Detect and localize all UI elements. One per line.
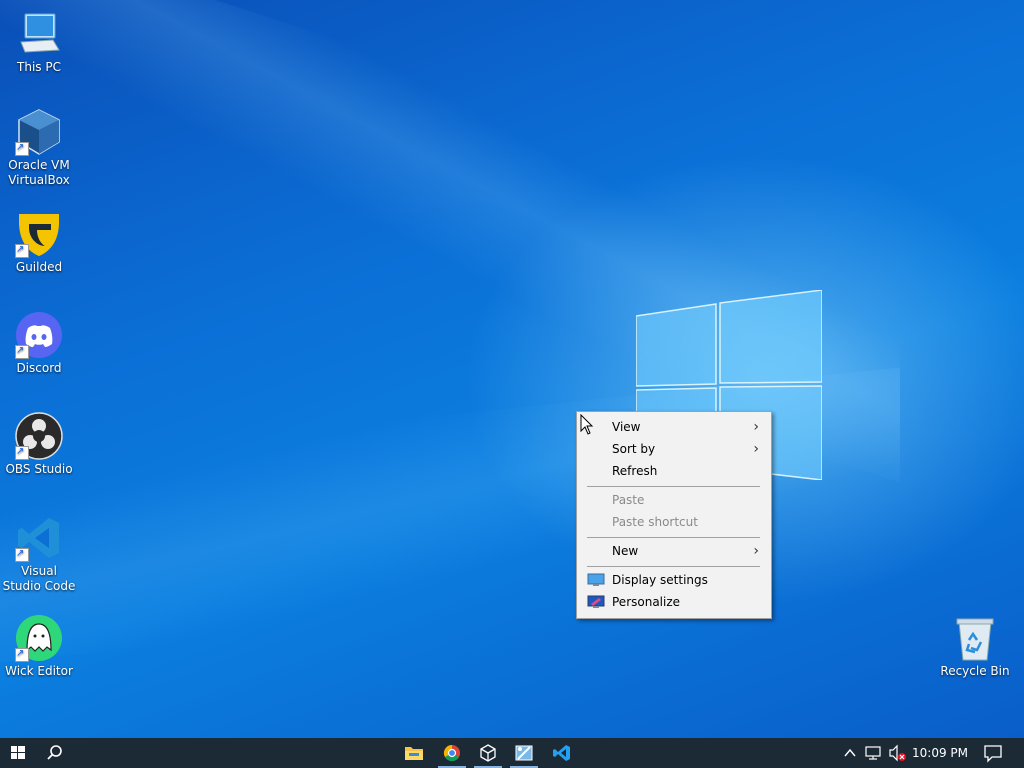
menu-item-new[interactable]: New › xyxy=(579,540,767,562)
taskbar-app-virtualbox[interactable] xyxy=(472,738,504,768)
menu-item-paste: Paste xyxy=(579,489,767,511)
file-explorer-icon xyxy=(405,747,423,760)
mouse-pointer-icon xyxy=(580,414,594,435)
personalize-icon xyxy=(587,595,605,608)
chevron-up-icon xyxy=(844,748,856,757)
virtualbox-icon xyxy=(480,744,496,762)
menu-item-label: Paste shortcut xyxy=(612,515,698,529)
menu-separator xyxy=(587,537,760,538)
guilded-icon xyxy=(15,210,63,258)
shortcut-arrow-icon xyxy=(15,546,29,562)
menu-item-sort-by[interactable]: Sort by › xyxy=(579,438,767,460)
shortcut-arrow-icon xyxy=(15,242,29,258)
obs-studio-icon xyxy=(15,412,63,460)
chevron-right-icon: › xyxy=(753,543,759,559)
volume-control[interactable] xyxy=(886,738,908,768)
desktop-icon-obs-studio[interactable]: OBS Studio xyxy=(1,412,77,477)
taskbar-app-snipping-tool[interactable] xyxy=(508,738,540,768)
desktop-icon-vscode[interactable]: Visual Studio Code xyxy=(1,514,77,594)
menu-item-view[interactable]: View › xyxy=(579,416,767,438)
start-button[interactable] xyxy=(0,738,36,768)
chrome-icon xyxy=(443,744,460,762)
taskbar: 10:09 PM xyxy=(0,738,1024,768)
network-status[interactable] xyxy=(862,738,884,768)
search-button[interactable] xyxy=(38,738,72,768)
snipping-tool-icon xyxy=(515,745,533,761)
chevron-right-icon: › xyxy=(753,441,759,457)
shortcut-arrow-icon xyxy=(15,140,29,156)
menu-item-label: Paste xyxy=(612,493,645,507)
desktop-icon-this-pc[interactable]: This PC xyxy=(1,10,77,75)
menu-item-label: Refresh xyxy=(612,464,658,478)
taskbar-app-vscode[interactable] xyxy=(546,738,578,768)
desktop-icon-label: Visual Studio Code xyxy=(2,564,76,593)
menu-separator xyxy=(587,566,760,567)
computer-icon xyxy=(15,10,63,58)
desktop-icon-virtualbox[interactable]: Oracle VM VirtualBox xyxy=(1,108,77,188)
show-hidden-icons-button[interactable] xyxy=(840,738,860,768)
desktop-icon-label: Wick Editor xyxy=(5,664,73,678)
menu-item-label: Display settings xyxy=(612,573,708,587)
chevron-right-icon: › xyxy=(753,419,759,435)
desktop[interactable]: This PC Oracle VM VirtualBox Guilded xyxy=(0,0,1024,738)
desktop-icon-label: This PC xyxy=(17,60,61,74)
desktop-icon-discord[interactable]: Discord xyxy=(1,311,77,376)
desktop-icon-guilded[interactable]: Guilded xyxy=(1,210,77,275)
desktop-icon-recycle-bin[interactable]: Recycle Bin xyxy=(937,614,1013,679)
taskbar-app-file-explorer[interactable] xyxy=(398,738,430,768)
shortcut-arrow-icon xyxy=(15,646,29,662)
action-center-button[interactable] xyxy=(978,738,1008,768)
search-icon xyxy=(47,745,62,760)
menu-item-display-settings[interactable]: Display settings xyxy=(579,569,767,591)
desktop-icon-label: OBS Studio xyxy=(5,462,73,476)
menu-item-personalize[interactable]: Personalize xyxy=(579,591,767,613)
windows-start-icon xyxy=(11,746,25,759)
desktop-icon-label: Recycle Bin xyxy=(940,664,1010,678)
network-icon xyxy=(865,746,881,760)
desktop-context-menu: View › Sort by › Refresh Paste Paste sho… xyxy=(576,411,772,619)
taskbar-clock[interactable]: 10:09 PM xyxy=(910,738,970,768)
discord-icon xyxy=(15,311,63,359)
vscode-icon xyxy=(15,514,63,562)
vscode-icon xyxy=(553,745,570,761)
menu-item-label: View xyxy=(612,420,641,434)
display-settings-icon xyxy=(587,573,605,586)
notifications-icon xyxy=(984,745,1002,763)
shortcut-arrow-icon xyxy=(15,343,29,359)
menu-separator xyxy=(587,486,760,487)
volume-muted-icon xyxy=(889,744,906,762)
desktop-icon-label: Guilded xyxy=(15,260,63,274)
menu-item-label: Personalize xyxy=(612,595,681,609)
taskbar-app-chrome[interactable] xyxy=(436,738,468,768)
menu-item-label: New xyxy=(612,544,639,558)
desktop-icon-label: Discord xyxy=(16,361,62,375)
desktop-icon-wick-editor[interactable]: Wick Editor xyxy=(1,614,77,679)
menu-item-label: Sort by xyxy=(612,442,656,456)
shortcut-arrow-icon xyxy=(15,444,29,460)
menu-item-refresh[interactable]: Refresh xyxy=(579,460,767,482)
recycle-bin-icon xyxy=(951,614,999,662)
menu-item-paste-shortcut: Paste shortcut xyxy=(579,511,767,533)
virtualbox-icon xyxy=(15,108,63,156)
desktop-icon-label: Oracle VM VirtualBox xyxy=(8,158,70,187)
wick-editor-icon xyxy=(15,614,63,662)
